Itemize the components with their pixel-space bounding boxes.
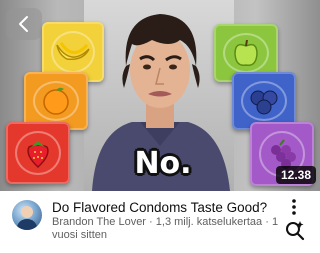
- overlay-caption: No.: [134, 146, 192, 181]
- lens-search-icon: [286, 221, 305, 241]
- view-count: 1,3 milj. katselukertaa: [155, 216, 263, 228]
- video-thumbnail[interactable]: No. 12.38: [0, 0, 320, 191]
- chevron-left-icon: [19, 16, 28, 32]
- more-vert-icon: [292, 199, 296, 215]
- lens-search-button[interactable]: [281, 217, 307, 243]
- video-meta[interactable]: Do Flavored Condoms Taste Good? Brandon …: [0, 191, 320, 253]
- channel-avatar[interactable]: [12, 200, 42, 230]
- video-subtitle: Brandon The Lover · 1,3 milj. katseluker…: [52, 216, 284, 242]
- orange-icon: [43, 87, 69, 115]
- blueberry-icon: [250, 90, 278, 115]
- video-title[interactable]: Do Flavored Condoms Taste Good?: [52, 199, 284, 216]
- avatar-person-icon: [16, 206, 38, 230]
- duration-badge: 12.38: [276, 166, 317, 184]
- separator: ·: [265, 216, 269, 228]
- strawberry-condom-pack: [6, 122, 70, 184]
- more-options-button[interactable]: [286, 198, 302, 216]
- separator: ·: [149, 216, 153, 228]
- strawberry-icon: [27, 141, 49, 169]
- channel-name[interactable]: Brandon The Lover: [52, 216, 146, 228]
- back-button[interactable]: [6, 8, 42, 40]
